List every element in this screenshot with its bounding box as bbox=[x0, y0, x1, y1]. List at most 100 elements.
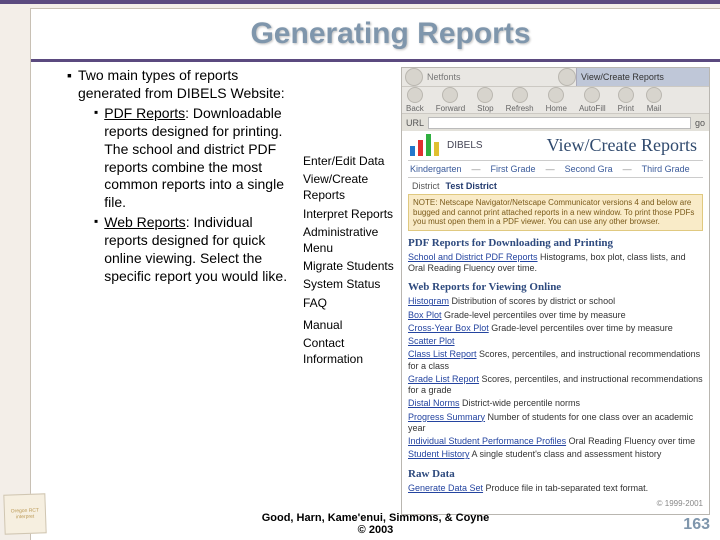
report-link[interactable]: Histogram bbox=[408, 296, 449, 306]
mail-icon bbox=[646, 87, 662, 103]
toolbar-label: Refresh bbox=[506, 104, 534, 113]
toolbar-label: Home bbox=[546, 104, 567, 113]
dash-icon: — bbox=[546, 164, 555, 174]
back-button[interactable]: Back bbox=[406, 87, 424, 113]
bar-icon bbox=[426, 134, 431, 156]
district-row: District Test District bbox=[408, 178, 703, 194]
footer-line2: © 2003 bbox=[358, 524, 394, 536]
slide: Generating Reports ▪ Two main types of r… bbox=[0, 0, 720, 540]
report-link[interactable]: Generate Data Set bbox=[408, 483, 483, 493]
dash-icon: — bbox=[623, 164, 632, 174]
report-link[interactable]: Student History bbox=[408, 449, 470, 459]
url-input[interactable] bbox=[428, 117, 691, 129]
logo-text: Oregon RCT interpret bbox=[7, 507, 43, 520]
browser-chrome: Netfonts View/Create Reports Back Forwar… bbox=[401, 67, 710, 127]
grade-link[interactable]: First Grade bbox=[491, 164, 536, 174]
list-item: Individual Student Performance Profiles … bbox=[408, 435, 703, 448]
back-icon bbox=[407, 87, 423, 103]
page-number: 163 bbox=[683, 516, 710, 534]
mail-button[interactable]: Mail bbox=[646, 87, 662, 113]
link-desc: A single student's class and assessment … bbox=[470, 449, 662, 459]
url-bar: URL go bbox=[402, 113, 709, 131]
toolbar-label: Stop bbox=[477, 104, 493, 113]
grade-nav: Kindergarten — First Grade — Second Gra — T… bbox=[408, 161, 703, 178]
slide-title: Generating Reports bbox=[71, 13, 710, 57]
forward-icon bbox=[442, 87, 458, 103]
bullet-main-text: Two main types of reports generated from… bbox=[78, 67, 285, 101]
browser-screenshot: Netfonts View/Create Reports Back Forwar… bbox=[401, 67, 710, 502]
slide-footer: Good, Harn, Kame'enui, Simmons, & Coyne … bbox=[31, 512, 720, 536]
browser-tab-active[interactable]: View/Create Reports bbox=[576, 68, 709, 86]
tab-close-icon bbox=[405, 68, 423, 86]
bullet-sub-web: ▪ Web Reports: Individual reports design… bbox=[94, 214, 297, 286]
list-item: Box Plot Grade-level percentiles over ti… bbox=[408, 309, 703, 322]
menu-item: FAQ bbox=[303, 295, 397, 311]
grade-link[interactable]: Kindergarten bbox=[410, 164, 462, 174]
autofill-icon bbox=[584, 87, 600, 103]
toolbar-label: AutoFill bbox=[579, 104, 606, 113]
footer-line1: Good, Harn, Kame'enui, Simmons, & Coyne bbox=[262, 512, 490, 524]
list-item: Grade List Report Scores, percentiles, a… bbox=[408, 373, 703, 398]
menu-item: View/Create Reports bbox=[303, 171, 397, 203]
page-copyright: © 1999-2001 bbox=[408, 495, 703, 508]
url-label: URL bbox=[406, 118, 424, 128]
list-item: Class List Report Scores, percentiles, a… bbox=[408, 348, 703, 373]
list-item: Student History A single student's class… bbox=[408, 448, 703, 461]
report-link[interactable]: Individual Student Performance Profiles bbox=[408, 436, 566, 446]
bullet-mark-icon: ▪ bbox=[94, 105, 98, 212]
bullet-mark-icon: ▪ bbox=[67, 67, 72, 286]
section-pdf-heading: PDF Reports for Downloading and Printing bbox=[408, 231, 703, 251]
print-icon bbox=[618, 87, 634, 103]
home-icon bbox=[548, 87, 564, 103]
page-brand: DIBELS bbox=[447, 140, 483, 151]
district-label: District bbox=[412, 181, 440, 191]
browser-tab-label: View/Create Reports bbox=[581, 72, 664, 82]
bullet-main: ▪ Two main types of reports generated fr… bbox=[67, 67, 297, 286]
page-content: DIBELS View/Create Reports Kindergarten —… bbox=[401, 127, 710, 515]
section-raw-heading: Raw Data bbox=[408, 462, 703, 482]
note-box: NOTE: Netscape Navigator/Netscape Commun… bbox=[408, 194, 703, 231]
browser-tab[interactable]: Netfonts bbox=[423, 68, 555, 86]
report-link[interactable]: Box Plot bbox=[408, 310, 442, 320]
toolbar-label: Mail bbox=[647, 104, 662, 113]
report-link[interactable]: School and District PDF Reports bbox=[408, 252, 538, 262]
home-button[interactable]: Home bbox=[546, 87, 567, 113]
section-web-heading: Web Reports for Viewing Online bbox=[408, 275, 703, 295]
toolbar-label: Back bbox=[406, 104, 424, 113]
report-link[interactable]: Scatter Plot bbox=[408, 336, 455, 346]
bar-icon bbox=[418, 140, 423, 156]
link-desc: Oral Reading Fluency over time bbox=[566, 436, 695, 446]
list-item: Distal Norms District-wide percentile no… bbox=[408, 397, 703, 410]
bar-icon bbox=[434, 142, 439, 156]
refresh-button[interactable]: Refresh bbox=[506, 87, 534, 113]
bar-icon bbox=[410, 146, 415, 156]
refresh-icon bbox=[512, 87, 528, 103]
logo-bars-icon bbox=[408, 134, 439, 156]
report-link[interactable]: Grade List Report bbox=[408, 374, 479, 384]
report-link[interactable]: Cross-Year Box Plot bbox=[408, 323, 489, 333]
report-link[interactable]: Class List Report bbox=[408, 349, 477, 359]
browser-toolbar: Back Forward Stop Refresh Home AutoFill … bbox=[402, 87, 709, 113]
stop-button[interactable]: Stop bbox=[477, 87, 493, 113]
report-link[interactable]: Progress Summary bbox=[408, 412, 485, 422]
toolbar-label: Print bbox=[618, 104, 634, 113]
autofill-button[interactable]: AutoFill bbox=[579, 87, 606, 113]
list-item: Cross-Year Box Plot Grade-level percenti… bbox=[408, 322, 703, 335]
stop-icon bbox=[477, 87, 493, 103]
grade-link[interactable]: Second Gra bbox=[565, 164, 613, 174]
go-button[interactable]: go bbox=[695, 118, 705, 128]
link-desc: District-wide percentile norms bbox=[460, 398, 581, 408]
bullet-sub-pdf-title: PDF Reports bbox=[104, 105, 185, 121]
report-link[interactable]: Distal Norms bbox=[408, 398, 460, 408]
print-button[interactable]: Print bbox=[618, 87, 634, 113]
list-item: Progress Summary Number of students for … bbox=[408, 411, 703, 436]
list-item: Histogram Distribution of scores by dist… bbox=[408, 295, 703, 308]
link-desc: Grade-level percentiles over time by mea… bbox=[442, 310, 626, 320]
list-item: School and District PDF Reports Histogra… bbox=[408, 251, 703, 276]
page-heading: View/Create Reports bbox=[547, 135, 703, 156]
tab-close-icon bbox=[558, 68, 576, 86]
forward-button[interactable]: Forward bbox=[436, 87, 465, 113]
dash-icon: — bbox=[472, 164, 481, 174]
grade-link[interactable]: Third Grade bbox=[642, 164, 690, 174]
content-area: ▪ Two main types of reports generated fr… bbox=[67, 67, 710, 502]
